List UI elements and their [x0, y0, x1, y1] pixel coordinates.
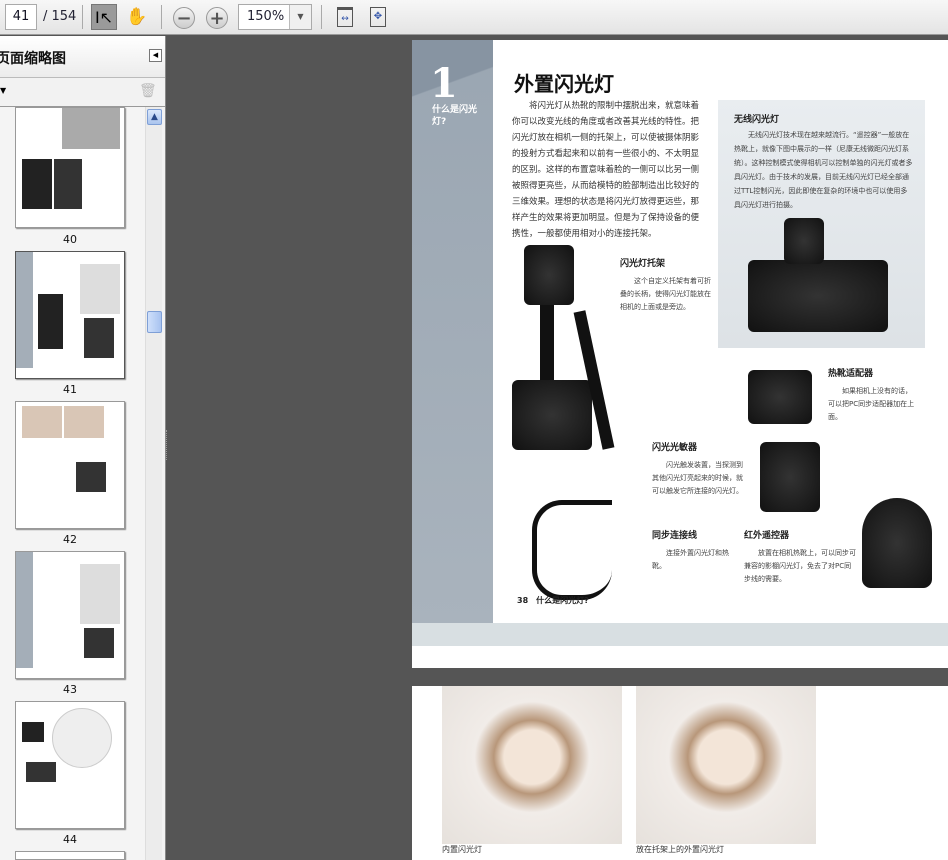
caption-ir-remote: 红外遥控器 放置在相机热靴上，可以同步可兼容的影棚闪光灯，免去了对PC同步线的需要… — [744, 531, 856, 583]
chevron-down-icon[interactable]: ▼ — [289, 5, 311, 29]
ir-remote-image — [862, 498, 932, 588]
select-tool-button[interactable]: I↖ — [91, 4, 117, 30]
separator — [321, 5, 322, 29]
fit-page-button[interactable]: ✥ — [365, 4, 391, 30]
box-title: 无线闪光灯 — [734, 115, 780, 125]
portrait-photo-builtin-flash — [442, 686, 622, 844]
zoom-out-icon: − — [173, 7, 195, 29]
caption-bracket: 闪光灯托架 这个自定义托架有着可折叠的长柄，使得闪光灯能放在相机的上面或是旁边。 — [620, 259, 711, 311]
caption-sync-cable: 同步连接线 连接外置闪光灯和热靴。 — [652, 531, 729, 570]
wireless-flash-box: 无线闪光灯 无线闪光灯技术现在越来越流行。“遥控器”一般放在热靴上，就像下图中展… — [718, 100, 925, 348]
thumbnail-page-45[interactable] — [15, 851, 125, 860]
panel-resize-handle[interactable] — [166, 430, 170, 460]
scroll-up-icon[interactable]: ▲ — [147, 109, 162, 125]
thumbnail-label: 43 — [63, 683, 77, 696]
scrollbar-thumb[interactable] — [147, 311, 162, 333]
thumbnail-label: 44 — [63, 833, 77, 846]
sync-cable-image — [532, 500, 612, 600]
options-dropdown-icon[interactable]: ▼ — [0, 86, 6, 95]
hand-tool-icon: ✋ — [126, 7, 148, 27]
thumbnails-panel: 页面缩略图 ◀ ▼ 🗑 40 41 42 43 44 ▲ — [0, 36, 166, 860]
hotshoe-adapter-image — [748, 370, 812, 424]
page-footer: 38 什么是闪光灯? — [517, 596, 589, 605]
thumbnail-page-40[interactable] — [15, 107, 125, 228]
trash-icon[interactable]: 🗑 — [139, 83, 157, 99]
zoom-in-icon: + — [206, 7, 228, 29]
page-bottom-band — [412, 623, 948, 646]
thumbnail-page-44[interactable] — [15, 701, 125, 829]
zoom-out-button[interactable]: − — [171, 4, 197, 30]
thumbnail-page-41[interactable] — [15, 251, 125, 379]
bracket-image — [540, 305, 554, 385]
zoom-in-button[interactable]: + — [204, 4, 230, 30]
thumbnail-list: 40 41 42 43 44 — [0, 107, 145, 860]
panel-title: 页面缩略图 — [0, 51, 66, 67]
fit-width-button[interactable]: ↔ — [332, 4, 358, 30]
thumbnail-page-43[interactable] — [15, 551, 125, 679]
hand-tool-button[interactable]: ✋ — [124, 4, 150, 30]
flash-unit-image — [524, 245, 574, 305]
page-number-input[interactable]: 41 — [5, 4, 37, 30]
slave-sensor-image — [760, 442, 820, 512]
separator — [161, 5, 162, 29]
body-text: 将闪光灯从热靴的限制中摆脱出来，就意味着你可以改变光线的角度或者改善其光线的特性… — [512, 101, 700, 239]
photo-caption: 内置闪光灯 — [442, 845, 482, 854]
caption-hotshoe-adapter: 热靴适配器 如果相机上没有的话，可以把PC同步适配器加在上面。 — [828, 369, 915, 421]
select-tool-icon: I↖ — [94, 7, 114, 27]
thumbnail-scrollbar[interactable]: ▲ — [145, 107, 162, 860]
thumbnail-page-42[interactable] — [15, 401, 125, 529]
document-page-42: 内置闪光灯 放在托架上的外置闪光灯 — [412, 678, 948, 860]
zoom-level-select[interactable]: 150% ▼ — [238, 4, 312, 30]
camera-image — [748, 260, 888, 332]
collapse-panel-button[interactable]: ◀ — [149, 49, 162, 62]
fit-page-icon: ✥ — [370, 7, 386, 27]
chapter-number: 1 — [430, 60, 458, 107]
page-heading: 外置闪光灯 — [514, 72, 614, 96]
thumbnail-label: 40 — [63, 233, 77, 246]
chapter-title: 什么是闪光灯? — [432, 105, 478, 127]
page-gap — [412, 678, 948, 686]
page-total: / 154 — [43, 9, 77, 24]
document-page-41: 1 什么是闪光灯? 外置闪光灯 将闪光灯从热靴的限制中摆脱出来，就意味着你可以改… — [412, 40, 948, 668]
thumbnail-label: 42 — [63, 533, 77, 546]
flash-image — [784, 218, 824, 264]
box-text: 无线闪光灯技术现在越来越流行。“遥控器”一般放在热靴上，就像下图中展示的一样（尼… — [734, 131, 913, 209]
camera-on-bracket-image — [512, 380, 592, 450]
separator — [82, 5, 83, 29]
thumbnail-label: 41 — [63, 383, 77, 396]
fit-width-icon: ↔ — [337, 7, 353, 27]
photo-caption: 放在托架上的外置闪光灯 — [636, 845, 724, 854]
toolbar: 41 / 154 I↖ ✋ − + 150% ▼ ↔ ✥ — [0, 0, 948, 35]
portrait-photo-bracket-flash — [636, 686, 816, 844]
zoom-value: 150% — [247, 9, 285, 24]
caption-slave-sensor: 闪光光敏器 闪光触发装置，当探测到其他闪光灯亮起来的时候，就可以触发它所连接的闪光… — [652, 443, 743, 495]
